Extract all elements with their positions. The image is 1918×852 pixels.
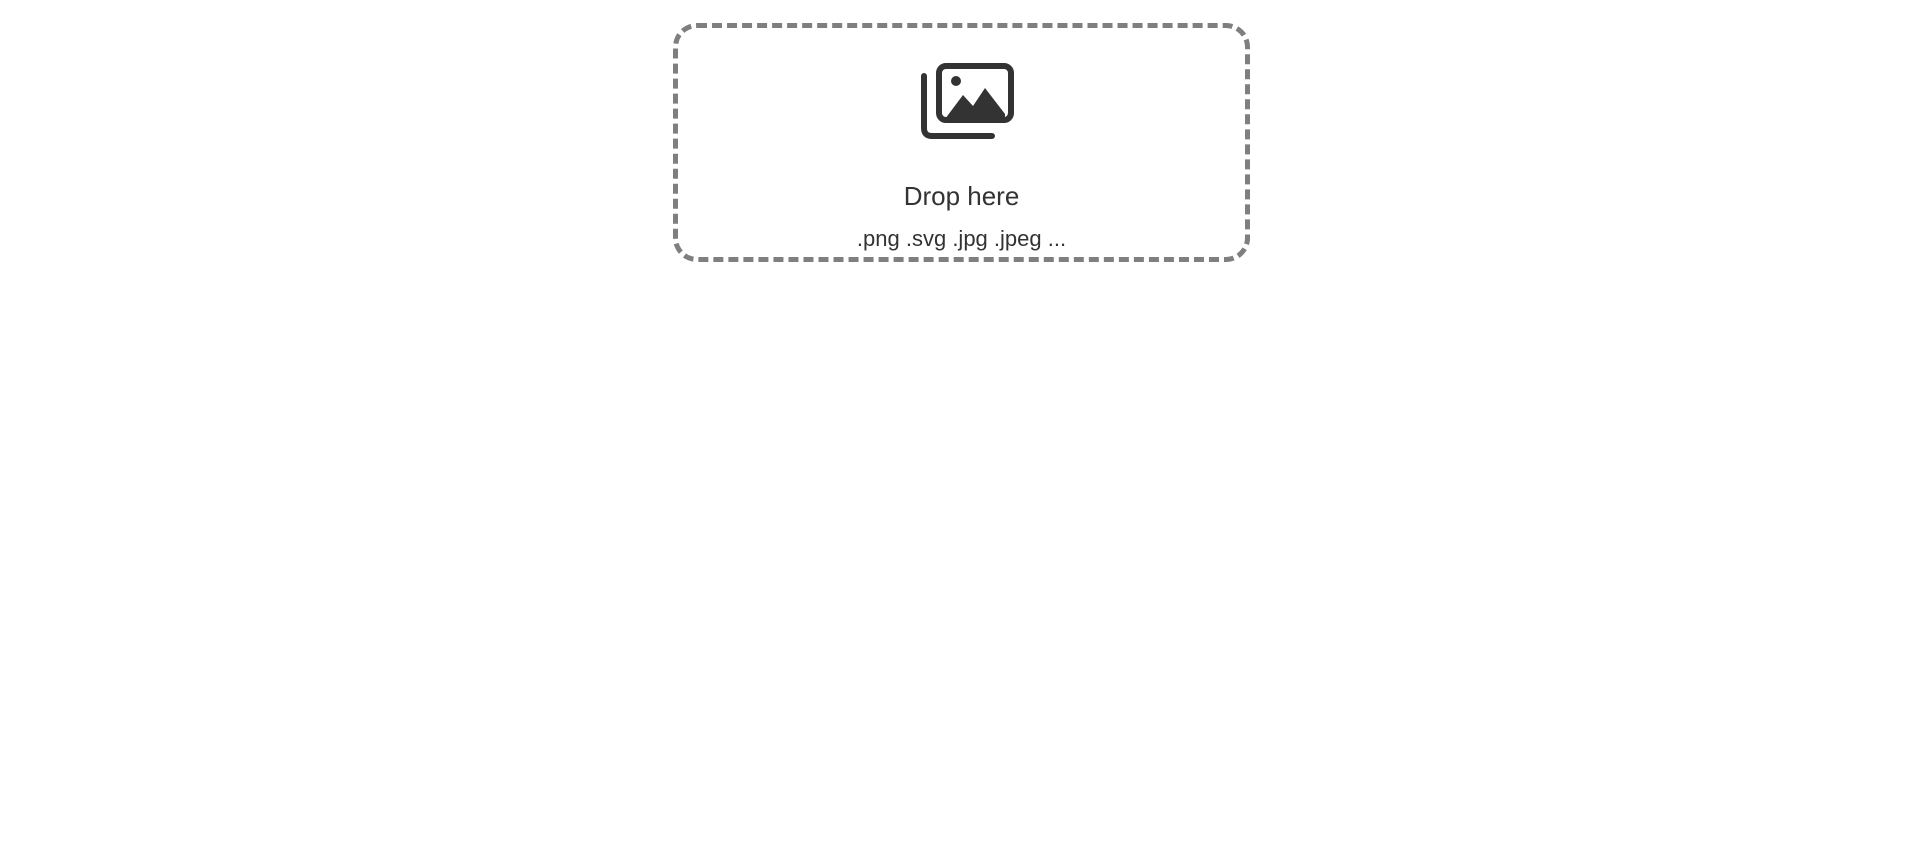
images-icon xyxy=(921,63,1014,139)
image-dropzone[interactable]: Drop here .png .svg .jpg .jpeg ... xyxy=(673,23,1250,262)
dropzone-title: Drop here xyxy=(903,181,1020,211)
accepted-file-types: .png .svg .jpg .jpeg ... xyxy=(856,226,1067,251)
